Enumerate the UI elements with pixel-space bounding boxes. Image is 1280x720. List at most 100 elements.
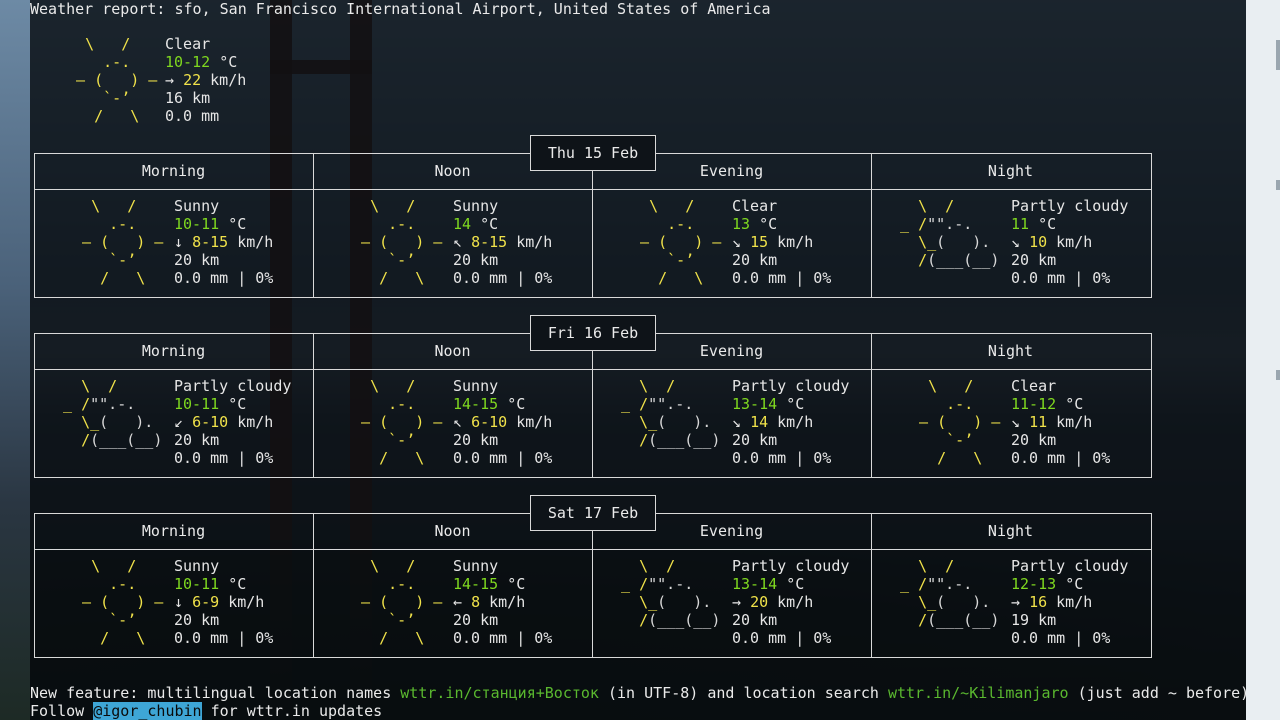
precipitation: 0.0 mm | 0% bbox=[732, 269, 832, 287]
temperature: 13-14 bbox=[732, 575, 778, 593]
visibility: 20 km bbox=[174, 251, 220, 269]
precipitation: 0.0 mm | 0% bbox=[732, 629, 832, 647]
sun-icon: \ / .-. ― ( ) ― `-’ / \ bbox=[361, 557, 443, 647]
period-morning: Morning \ / .-. ― ( ) ― `-’ / \ Sunny 10-… bbox=[34, 513, 313, 658]
period-details: Sunny 14-15 °C ↖ 6-10 km/h 20 km 0.0 mm … bbox=[453, 377, 552, 467]
wind-direction: ↖ bbox=[453, 233, 463, 251]
visibility: 20 km bbox=[732, 251, 778, 269]
period-details: Partly cloudy 11 °C ↘ 10 km/h 20 km 0.0 … bbox=[1011, 197, 1128, 287]
wind-speed: 8-15 bbox=[192, 233, 229, 251]
condition-text: Partly cloudy bbox=[174, 377, 292, 395]
precipitation: 0.0 mm | 0% bbox=[174, 269, 274, 287]
wind-speed: 20 bbox=[750, 593, 769, 611]
period-details: Clear 13 °C ↘ 15 km/h 20 km 0.0 mm | 0% bbox=[732, 197, 831, 287]
precipitation: 0.0 mm | 0% bbox=[732, 449, 832, 467]
footer-text: (just add ~ before) bbox=[1068, 684, 1250, 702]
wind-unit: km/h bbox=[228, 593, 265, 611]
precipitation: 0.0 mm | 0% bbox=[453, 269, 553, 287]
sun-icon: \ / .-. ― ( ) ― `-’ / \ bbox=[640, 197, 722, 287]
sun-icon: \ / .-. ― ( ) ― `-’ / \ bbox=[361, 377, 443, 467]
wind-speed: 14 bbox=[750, 413, 769, 431]
visibility: 20 km bbox=[453, 251, 499, 269]
footer-text: New feature: multilingual location names bbox=[30, 684, 401, 702]
period-morning: Morning \ / _ /"".-. \_( ). /(___(__) Par… bbox=[34, 333, 313, 478]
condition-text: Partly cloudy bbox=[1011, 197, 1129, 215]
condition-text: Clear bbox=[732, 197, 778, 215]
wind-unit: km/h bbox=[1056, 593, 1093, 611]
temperature: 10-11 bbox=[174, 395, 220, 413]
visibility: 20 km bbox=[174, 611, 220, 629]
temp-unit: °C bbox=[228, 395, 247, 413]
temp-unit: °C bbox=[480, 215, 499, 233]
visibility: 20 km bbox=[732, 431, 778, 449]
visibility: 20 km bbox=[453, 611, 499, 629]
wind-direction: ← bbox=[453, 593, 463, 611]
precipitation: 0.0 mm | 0% bbox=[174, 629, 274, 647]
temperature: 14-15 bbox=[453, 575, 499, 593]
temp-unit: °C bbox=[1065, 395, 1084, 413]
visibility: 20 km bbox=[732, 611, 778, 629]
day-forecast: Morning \ / .-. ― ( ) ― `-’ / \ Sunny 10-… bbox=[34, 495, 1152, 658]
precipitation: 0.0 mm | 0% bbox=[453, 449, 553, 467]
current-temp-unit: °C bbox=[219, 53, 238, 71]
temperature: 12-13 bbox=[1011, 575, 1057, 593]
period-evening: Evening \ / _ /"".-. \_( ). /(___(__) Par… bbox=[592, 333, 871, 478]
partly-cloudy-icon: \ / _ /"".-. \_( ). /(___(__) bbox=[612, 377, 721, 449]
day-forecast: Morning \ / .-. ― ( ) ― `-’ / \ Sunny 10-… bbox=[34, 135, 1152, 298]
sun-icon: \ / .-. ― ( ) ― `-’ / \ bbox=[82, 557, 164, 647]
partly-cloudy-icon: \ / _ /"".-. \_( ). /(___(__) bbox=[891, 557, 1000, 629]
footer-notice: New feature: multilingual location names… bbox=[30, 684, 1249, 720]
wind-direction: ↙ bbox=[174, 413, 184, 431]
wind-speed: 16 bbox=[1029, 593, 1048, 611]
period-details: Partly cloudy 10-11 °C ↙ 6-10 km/h 20 km… bbox=[174, 377, 291, 467]
partly-cloudy-icon: \ / _ /"".-. \_( ). /(___(__) bbox=[891, 197, 1000, 269]
temperature: 13 bbox=[732, 215, 751, 233]
wind-unit: km/h bbox=[516, 413, 553, 431]
period-details: Clear 11-12 °C ↘ 11 km/h 20 km 0.0 mm | … bbox=[1011, 377, 1110, 467]
period-title: Morning bbox=[141, 162, 206, 180]
current-visibility: 16 km bbox=[165, 89, 211, 107]
wind-speed: 6-10 bbox=[471, 413, 508, 431]
condition-text: Sunny bbox=[174, 197, 220, 215]
report-header: Weather report: sfo, San Francisco Inter… bbox=[30, 0, 771, 18]
period-noon: Noon \ / .-. ― ( ) ― `-’ / \ Sunny 14-15 … bbox=[313, 333, 592, 478]
window-right-edge bbox=[1246, 0, 1280, 720]
scroll-mark bbox=[1276, 180, 1280, 190]
period-morning: Morning \ / .-. ― ( ) ― `-’ / \ Sunny 10-… bbox=[34, 153, 313, 298]
twitter-handle-link[interactable]: @igor_chubin bbox=[93, 702, 202, 720]
date-label: Fri 16 Feb bbox=[530, 315, 656, 351]
sun-icon: \ / .-. ― ( ) ― `-’ / \ bbox=[361, 197, 443, 287]
link-kilimanjaro[interactable]: wttr.in/~Kilimanjaro bbox=[888, 684, 1069, 702]
link-station-vostok[interactable]: wttr.in/станция+Восток bbox=[400, 684, 599, 702]
precipitation: 0.0 mm | 0% bbox=[1011, 269, 1111, 287]
wind-speed: 6-10 bbox=[192, 413, 229, 431]
precipitation: 0.0 mm | 0% bbox=[453, 629, 553, 647]
temp-unit: °C bbox=[786, 395, 805, 413]
period-details: Sunny 10-11 °C ↓ 6-9 km/h 20 km 0.0 mm |… bbox=[174, 557, 273, 647]
current-weather-text: Clear 10-12 °C → 22 km/h 16 km 0.0 mm bbox=[165, 35, 246, 125]
period-noon: Noon \ / .-. ― ( ) ― `-’ / \ Sunny 14 °C … bbox=[313, 153, 592, 298]
temp-unit: °C bbox=[759, 215, 778, 233]
footer-text: for wttr.in updates bbox=[201, 702, 383, 720]
temp-unit: °C bbox=[507, 575, 526, 593]
period-evening: Evening \ / .-. ― ( ) ― `-’ / \ Clear 13 … bbox=[592, 153, 871, 298]
condition-text: Partly cloudy bbox=[1011, 557, 1129, 575]
date-label: Sat 17 Feb bbox=[530, 495, 656, 531]
period-title: Morning bbox=[141, 342, 206, 360]
temperature: 11 bbox=[1011, 215, 1030, 233]
wind-speed: 10 bbox=[1029, 233, 1048, 251]
current-temp: 10-12 bbox=[165, 53, 211, 71]
period-details: Partly cloudy 13-14 °C ↘ 14 km/h 20 km 0… bbox=[732, 377, 849, 467]
footer-text: (in UTF-8) and location search bbox=[598, 684, 888, 702]
visibility: 19 km bbox=[1011, 611, 1057, 629]
condition-text: Sunny bbox=[453, 197, 499, 215]
wind-unit: km/h bbox=[1056, 413, 1093, 431]
condition-text: Clear bbox=[1011, 377, 1057, 395]
current-precip: 0.0 mm bbox=[165, 107, 220, 125]
date-label: Thu 15 Feb bbox=[530, 135, 656, 171]
wind-direction: ↘ bbox=[732, 233, 742, 251]
condition-text: Sunny bbox=[453, 377, 499, 395]
footer-text: Follow bbox=[30, 702, 94, 720]
temperature: 10-11 bbox=[174, 575, 220, 593]
wind-direction: ↘ bbox=[1011, 413, 1021, 431]
